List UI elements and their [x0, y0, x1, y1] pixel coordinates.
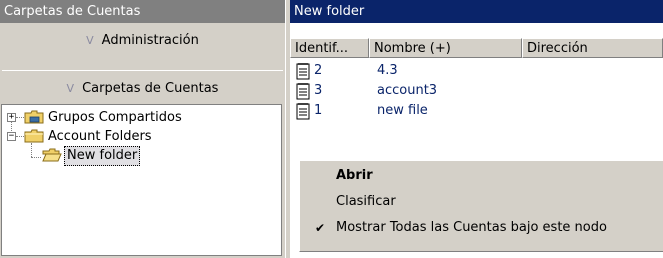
menu-item-label: Abrir [336, 168, 373, 183]
column-header-direccion[interactable]: Dirección [522, 38, 663, 58]
table-row[interactable]: 3 account3 [290, 81, 663, 101]
menu-item-abrir[interactable]: Abrir [336, 165, 373, 187]
section-label: Carpetas de Cuentas [82, 81, 219, 96]
section-label: Administración [101, 33, 199, 48]
column-headers: Identif... Nombre (+) Dirección [290, 38, 663, 58]
menu-item-label: Clasificar [336, 194, 396, 209]
shared-folder-icon [24, 110, 44, 124]
menu-item-label: Mostrar Todas las Cuentas bajo este nodo [336, 220, 607, 235]
row-name: new file [377, 103, 428, 118]
document-icon [296, 103, 310, 120]
section-carpetas-de-cuentas[interactable]: V Carpetas de Cuentas [0, 74, 285, 104]
folder-icon [24, 129, 44, 143]
row-id: 1 [314, 103, 323, 118]
divider [2, 70, 283, 71]
app-window: Carpetas de Cuentas V Administración V Car… [0, 0, 663, 258]
tree-item-new-folder[interactable]: New folder [2, 146, 272, 166]
expand-icon[interactable]: + [7, 113, 16, 122]
folder-tree[interactable]: + Grupos Compartidos − Account Folders N… [1, 104, 282, 256]
tree-item-label: Account Folders [48, 129, 152, 144]
table-row[interactable]: 2 4.3 [290, 61, 663, 81]
menu-item-clasificar[interactable]: Clasificar [336, 191, 396, 213]
document-icon [296, 63, 310, 80]
right-pane-title: New folder [290, 0, 663, 23]
document-icon [296, 83, 310, 100]
list-background [290, 252, 663, 258]
left-pane-title: Carpetas de Cuentas [0, 0, 285, 23]
chevron-down-icon: V [86, 34, 94, 47]
row-id: 2 [314, 63, 323, 78]
menu-item-mostrar-todas[interactable]: ✔ Mostrar Todas las Cuentas bajo este no… [315, 217, 607, 239]
tree-item-grupos-compartidos[interactable]: + Grupos Compartidos [2, 109, 272, 127]
column-header-nombre[interactable]: Nombre (+) [369, 38, 522, 58]
column-header-identificador[interactable]: Identif... [290, 38, 369, 58]
tree-item-label: New folder [64, 146, 141, 166]
open-folder-icon [42, 148, 62, 162]
chevron-down-icon: V [66, 82, 75, 95]
row-name: 4.3 [377, 63, 398, 78]
row-id: 3 [314, 83, 323, 98]
checkmark-icon: ✔ [314, 221, 326, 235]
row-name: account3 [377, 83, 438, 98]
table-row[interactable]: 1 new file [290, 101, 663, 121]
section-administracion[interactable]: V Administración [0, 26, 285, 56]
left-pane: Carpetas de Cuentas V Administración V Car… [0, 0, 285, 258]
context-menu: Abrir Clasificar ✔ Mostrar Todas las Cue… [299, 160, 663, 252]
tree-item-account-folders[interactable]: − Account Folders [2, 128, 272, 146]
collapse-icon[interactable]: − [7, 132, 16, 141]
tree-item-label: Grupos Compartidos [48, 110, 182, 125]
